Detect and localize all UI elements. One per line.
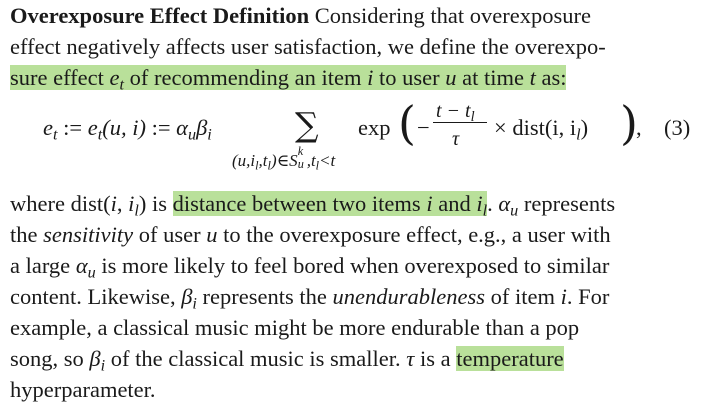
fraction-bar bbox=[433, 122, 487, 124]
highlight-definition: sure effect et of recommending an item i… bbox=[10, 65, 567, 94]
section-heading: Overexposure Effect Definition bbox=[10, 3, 310, 28]
para2-line6: song, so βi of the classical music is sm… bbox=[10, 346, 564, 375]
equation-lhs: et := et(u, i) := αuβi bbox=[43, 115, 212, 144]
minus-sign: − bbox=[417, 115, 430, 140]
para1-line1: Overexposure Effect Definition Consideri… bbox=[10, 1, 591, 31]
para2-line4: content. Likewise, βi represents the une… bbox=[10, 284, 610, 313]
summation-sign: ∑ bbox=[295, 105, 319, 144]
highlight-distance: distance between two items i and il bbox=[172, 191, 488, 220]
para2-line1: where dist(i, il) is distance between tw… bbox=[10, 191, 616, 220]
distance-term: × dist(i, il) bbox=[494, 115, 589, 144]
equation-number: (3) bbox=[664, 115, 691, 140]
para2-line2: the sensitivity of user u to the overexp… bbox=[10, 222, 611, 247]
exp-function: exp bbox=[358, 115, 391, 140]
left-paren: ( bbox=[398, 96, 416, 150]
para2-line7: hyperparameter. bbox=[10, 377, 156, 402]
para1-line2: effect negatively affects user satisfact… bbox=[10, 34, 606, 59]
para2-line5: example, a classical music might be more… bbox=[10, 315, 580, 340]
highlight-temperature: temperature bbox=[456, 346, 564, 371]
text: Considering that overexposure bbox=[309, 3, 591, 28]
para2-line3: a large αu is more likely to feel bored … bbox=[10, 253, 610, 282]
paper-excerpt: Overexposure Effect Definition Consideri… bbox=[0, 0, 708, 412]
fraction-denominator: τ bbox=[452, 128, 460, 150]
para1-line3: sure effect et of recommending an item i… bbox=[10, 63, 567, 94]
comma: , bbox=[636, 115, 642, 140]
summation-index: (u,il,tl)∈S k u ,tl<t bbox=[232, 144, 336, 173]
